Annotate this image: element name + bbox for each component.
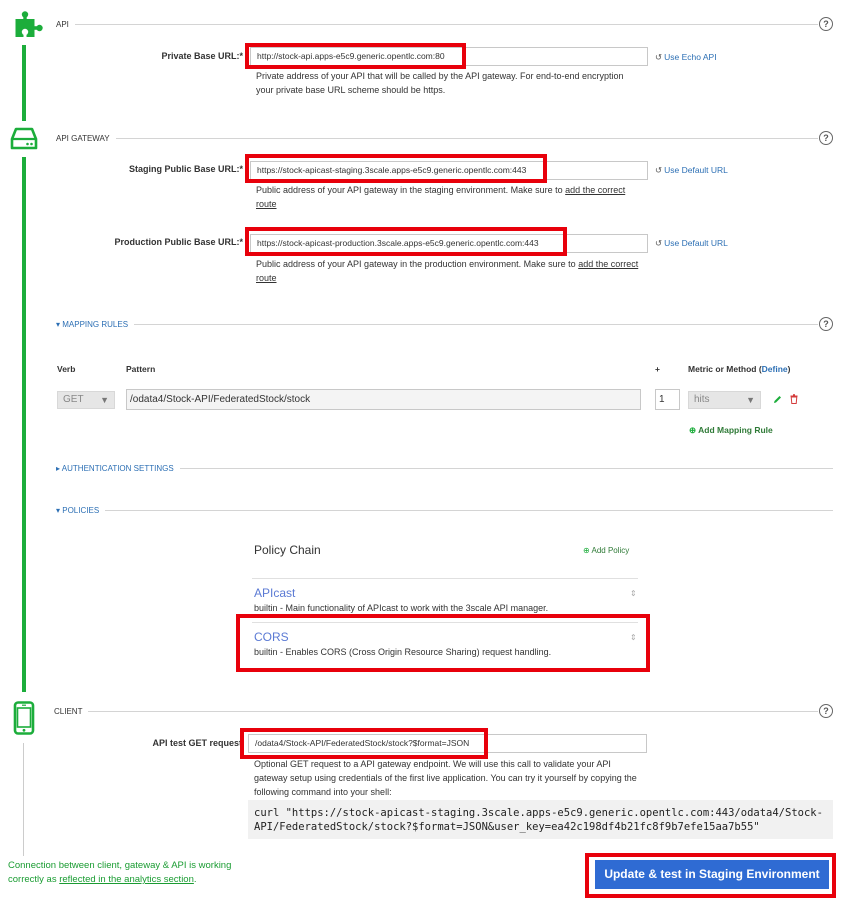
policies-toggle[interactable]: ▾ POLICIES [56, 506, 105, 515]
verb-select[interactable]: GET ▼ [57, 391, 115, 409]
private-base-url-label: Private Base URL:* [161, 51, 243, 61]
production-url-label: Production Public Base URL:* [114, 237, 243, 247]
section-divider [88, 710, 818, 712]
api-test-input[interactable]: /odata4/Stock-API/FederatedStock/stock?$… [248, 734, 647, 753]
mapping-rules-header[interactable]: ▾ MAPPING RULES [56, 317, 818, 331]
production-hint-text: Public address of your API gateway in th… [256, 259, 579, 269]
private-base-url-hint: Private address of your API that will be… [256, 71, 624, 95]
policy-chain-title: Policy Chain [254, 543, 321, 557]
policies-label: POLICIES [62, 505, 100, 515]
col-verb: Verb [57, 364, 76, 374]
section-divider [74, 23, 818, 25]
define-link[interactable]: Define [762, 364, 788, 374]
use-echo-api-label: Use Echo API [664, 52, 717, 62]
col-metric-close: ) [787, 364, 791, 374]
timeline-line-api [22, 45, 26, 121]
section-divider [179, 467, 833, 469]
add-policy-link[interactable]: ⊕ Add Policy [583, 546, 629, 555]
metric-select[interactable]: hits ▼ [688, 391, 761, 409]
production-url-input[interactable]: https://stock-apicast-production.3scale.… [250, 234, 648, 253]
plus-circle-icon: ⊕ [689, 425, 697, 435]
reset-icon: ↺ [655, 165, 663, 175]
gateway-section-label: API GATEWAY [56, 133, 110, 143]
policies-header[interactable]: ▾ POLICIES [56, 503, 833, 517]
use-default-url-label: Use Default URL [664, 165, 728, 175]
pattern-input[interactable]: /odata4/Stock-API/FederatedStock/stock [126, 389, 641, 410]
client-section-label: CLIENT [54, 706, 83, 716]
gateway-section-header: API GATEWAY [56, 131, 818, 145]
api-test-label: API test GET request [152, 738, 242, 748]
auth-settings-toggle[interactable]: ▸ AUTHENTICATION SETTINGS [56, 464, 180, 473]
policy-name-apicast[interactable]: APIcast [254, 586, 295, 600]
api-section-label: API [56, 19, 69, 29]
add-mapping-rule-label: Add Mapping Rule [698, 425, 773, 435]
staging-url-label-text: Staging Public Base URL: [128, 164, 240, 174]
trash-icon[interactable] [790, 394, 798, 404]
section-divider [134, 323, 818, 325]
production-url-hint: Public address of your API gateway in th… [256, 257, 648, 285]
reset-icon: ↺ [655, 52, 663, 62]
help-icon[interactable]: ? [819, 317, 833, 331]
plus-circle-icon: ⊕ [583, 546, 590, 555]
add-policy-label: Add Policy [591, 546, 630, 555]
help-icon[interactable]: ? [819, 704, 833, 718]
col-plus: + [655, 364, 660, 374]
connection-status: Connection between client, gateway & API… [8, 859, 248, 887]
curl-command: curl "https://stock-apicast-staging.3sca… [248, 800, 833, 839]
section-divider [105, 509, 833, 511]
caret-down-icon: ▼ [746, 395, 755, 405]
help-icon[interactable]: ? [819, 17, 833, 31]
help-icon[interactable]: ? [819, 131, 833, 145]
required-mark: * [239, 164, 243, 174]
client-section-header: CLIENT [54, 704, 818, 718]
connection-status-end: . [193, 874, 197, 885]
caret-down-icon: ▼ [100, 395, 109, 405]
policy-divider [252, 622, 638, 623]
private-base-url-label-text: Private Base URL: [161, 51, 240, 61]
server-icon [10, 127, 38, 150]
analytics-link[interactable]: reflected in the analytics section [59, 874, 194, 885]
staging-url-input[interactable]: https://stock-apicast-staging.3scale.app… [250, 161, 648, 180]
policy-desc-apicast: builtin - Main functionality of APIcast … [254, 603, 549, 613]
staging-url-hint: Public address of your API gateway in th… [256, 183, 640, 211]
mapping-rules-label: MAPPING RULES [62, 319, 129, 329]
puzzle-icon [15, 11, 43, 38]
update-test-staging-button[interactable]: Update & test in Staging Environment [595, 860, 829, 889]
staging-hint-text: Public address of your API gateway in th… [256, 185, 566, 195]
private-base-url-input[interactable]: http://stock-api.apps-e5c9.generic.opent… [250, 47, 648, 66]
required-mark: * [239, 51, 243, 61]
policy-divider [252, 578, 638, 579]
use-default-url-link-production[interactable]: ↺ Use Default URL [655, 238, 728, 249]
reset-icon: ↺ [655, 238, 663, 248]
use-default-url-link-staging[interactable]: ↺ Use Default URL [655, 165, 728, 176]
col-metric-label: Metric or Method ( [688, 364, 762, 374]
metric-value: hits [694, 394, 710, 405]
add-mapping-rule-link[interactable]: ⊕ Add Mapping Rule [689, 425, 773, 436]
edit-pencil-icon[interactable] [773, 395, 782, 404]
policy-desc-cors: builtin - Enables CORS (Cross Origin Res… [254, 647, 552, 657]
staging-url-label: Staging Public Base URL:* [129, 164, 243, 174]
required-mark: * [239, 237, 243, 247]
timeline-line-client [23, 743, 24, 856]
sort-handle-icon[interactable]: ⇕ [630, 633, 637, 642]
mapping-rules-toggle[interactable]: ▾ MAPPING RULES [56, 320, 134, 329]
auth-settings-label: AUTHENTICATION SETTINGS [61, 463, 174, 473]
use-echo-api-link[interactable]: ↺ Use Echo API [655, 52, 717, 63]
verb-value: GET [63, 394, 84, 405]
mobile-phone-icon [13, 701, 35, 735]
col-metric: Metric or Method (Define) [688, 364, 791, 374]
timeline-line-gateway [22, 157, 26, 692]
production-url-label-text: Production Public Base URL: [114, 237, 240, 247]
api-test-hint: Optional GET request to a API gateway en… [254, 759, 637, 797]
policy-name-cors[interactable]: CORS [254, 630, 289, 644]
api-section-header: API [56, 17, 818, 31]
use-default-url-label: Use Default URL [664, 238, 728, 248]
sort-handle-icon[interactable]: ⇕ [630, 589, 637, 598]
auth-settings-header[interactable]: ▸ AUTHENTICATION SETTINGS [56, 461, 833, 475]
delta-input[interactable]: 1 [655, 389, 680, 410]
section-divider [115, 137, 818, 139]
col-pattern: Pattern [126, 364, 156, 374]
